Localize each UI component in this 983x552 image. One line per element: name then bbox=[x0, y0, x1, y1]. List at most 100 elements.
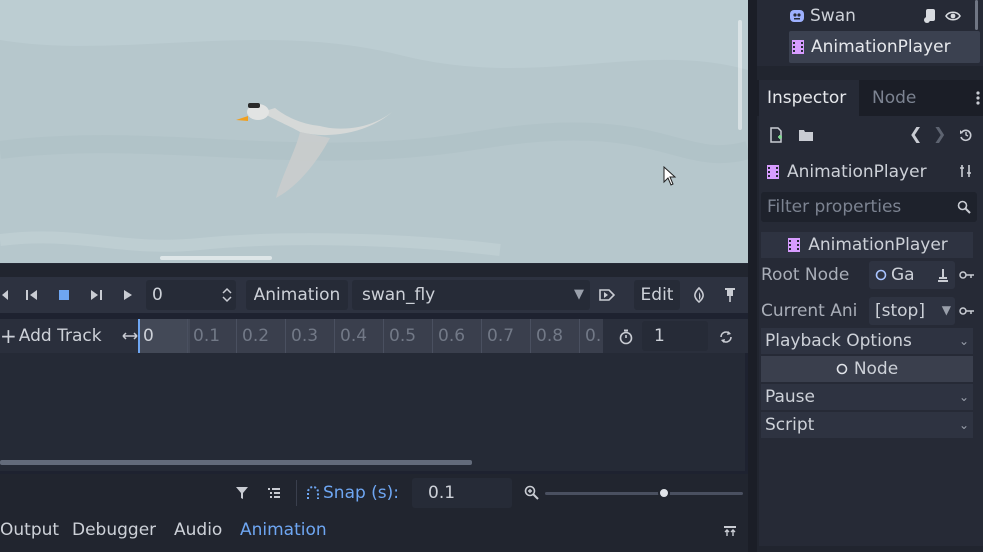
tree-item-animationplayer[interactable]: AnimationPlayer bbox=[789, 31, 980, 63]
animation-menu-label: Animation bbox=[253, 285, 341, 305]
tree-item-swan[interactable]: Swan bbox=[789, 0, 979, 32]
section-pause[interactable]: Pause ⌄ bbox=[761, 384, 973, 410]
script-icon[interactable] bbox=[923, 8, 937, 24]
track-horizontal-scrollbar[interactable] bbox=[0, 460, 472, 465]
snap-value-field[interactable]: 0.1 bbox=[412, 478, 512, 508]
track-list-area[interactable] bbox=[0, 353, 745, 471]
edit-menu-button[interactable]: Edit bbox=[634, 280, 680, 310]
open-folder-icon[interactable] bbox=[797, 126, 815, 144]
chevron-down-icon: ⌄ bbox=[958, 390, 969, 404]
animation-length-value: 1 bbox=[654, 326, 665, 346]
current-animation-select[interactable]: [stop] ▼ bbox=[869, 297, 955, 325]
group-tracks-icon[interactable] bbox=[264, 483, 284, 503]
section-label: Pause bbox=[765, 387, 815, 407]
keyframe-key-icon[interactable] bbox=[959, 270, 975, 280]
timeline-tick: 0.2 bbox=[236, 319, 285, 353]
zoom-slider-track[interactable] bbox=[545, 492, 743, 495]
play-backwards-from-end-icon[interactable] bbox=[0, 285, 10, 305]
spin-arrows-icon[interactable] bbox=[222, 287, 232, 303]
animation-length-field[interactable]: 1 bbox=[642, 321, 708, 351]
onion-skinning-icon[interactable] bbox=[689, 285, 709, 305]
section-label: Playback Options bbox=[765, 331, 912, 351]
add-track-button[interactable]: + Add Track bbox=[0, 319, 120, 353]
expand-bottom-panel-icon[interactable] bbox=[720, 521, 740, 541]
section-label: Node bbox=[853, 359, 899, 379]
play-icon[interactable] bbox=[118, 285, 138, 305]
clear-path-icon[interactable] bbox=[937, 268, 949, 282]
zoom-slider-handle[interactable] bbox=[657, 487, 670, 499]
animation-player-icon bbox=[792, 40, 804, 54]
inspected-object-name: AnimationPlayer bbox=[787, 162, 927, 182]
animation-player-icon bbox=[788, 238, 801, 252]
class-header-label: AnimationPlayer bbox=[808, 235, 948, 255]
object-history-icon[interactable] bbox=[957, 126, 975, 144]
history-back-icon[interactable]: ❮ bbox=[909, 124, 922, 143]
viewport-horizontal-scrollbar[interactable] bbox=[160, 256, 272, 260]
snap-label: Snap (s): bbox=[323, 483, 400, 503]
timeline-tick: 0.3 bbox=[285, 319, 334, 353]
loop-icon[interactable] bbox=[716, 327, 736, 347]
stop-icon[interactable] bbox=[54, 285, 74, 305]
animation-toolbar: 0 Animation swan_fly ▼ Edit bbox=[0, 277, 748, 313]
tab-node[interactable]: Node bbox=[872, 88, 916, 108]
right-dock: Swan AnimationPlayer Inspector Node ❮ ❯ bbox=[757, 0, 983, 552]
section-label: Script bbox=[765, 415, 815, 435]
filter-properties-input[interactable]: Filter properties bbox=[761, 192, 977, 222]
inspector-panel: ❮ ❯ AnimationPlayer Filter properties An… bbox=[759, 116, 983, 546]
filter-placeholder: Filter properties bbox=[767, 197, 902, 217]
timeline-tick: 0. bbox=[579, 319, 603, 353]
node-circle-icon bbox=[836, 363, 848, 375]
timeline-zoom-fit-icon[interactable] bbox=[121, 327, 139, 345]
toolbar-separator bbox=[296, 480, 297, 506]
autoplay-on-load-icon[interactable] bbox=[597, 285, 617, 305]
property-label: Root Node bbox=[761, 265, 850, 285]
tab-inspector[interactable]: Inspector bbox=[759, 80, 859, 116]
timeline-bottom-toolbar: Snap (s): 0.1 bbox=[0, 474, 748, 512]
new-resource-icon[interactable] bbox=[767, 126, 785, 144]
chevron-down-icon: ⌄ bbox=[958, 418, 969, 432]
bottom-panel-tabs: Output Debugger Audio Animation bbox=[0, 512, 748, 552]
play-from-start-icon[interactable] bbox=[86, 285, 106, 305]
snap-toggle-button[interactable]: Snap (s): bbox=[306, 478, 402, 508]
timeline-header: + Add Track 0 0.1 0.2 0.3 0.4 0.5 0.6 0.… bbox=[0, 319, 748, 353]
tab-audio[interactable]: Audio bbox=[174, 520, 222, 544]
viewport-vertical-scrollbar[interactable] bbox=[738, 20, 742, 130]
tab-output[interactable]: Output bbox=[0, 520, 59, 544]
snap-icon bbox=[307, 486, 319, 499]
section-playback-options[interactable]: Playback Options ⌄ bbox=[761, 328, 973, 354]
frame-position-spinbox[interactable]: 0 bbox=[146, 280, 236, 310]
more-options-icon[interactable] bbox=[973, 88, 983, 108]
pin-icon[interactable] bbox=[720, 285, 740, 305]
visibility-eye-icon[interactable] bbox=[945, 9, 961, 23]
keyframe-key-icon[interactable] bbox=[959, 306, 975, 316]
section-node[interactable]: Node bbox=[761, 356, 973, 382]
chevron-down-icon: ▼ bbox=[574, 287, 584, 302]
timeline-tick: 0.1 bbox=[187, 319, 236, 353]
swan-scene-image bbox=[0, 0, 748, 263]
inspected-object-header[interactable]: AnimationPlayer bbox=[765, 158, 975, 186]
stopwatch-icon bbox=[616, 327, 636, 347]
mouse-cursor-icon bbox=[663, 166, 677, 186]
snap-value: 0.1 bbox=[428, 483, 456, 503]
scene-tree-scrollbar[interactable] bbox=[975, 0, 978, 30]
animation-select[interactable]: swan_fly ▼ bbox=[352, 280, 590, 310]
tab-debugger[interactable]: Debugger bbox=[72, 520, 156, 544]
class-header-animationplayer: AnimationPlayer bbox=[761, 232, 973, 258]
add-track-label: Add Track bbox=[18, 326, 102, 346]
play-backwards-icon[interactable] bbox=[22, 285, 42, 305]
root-node-path-button[interactable]: Ga bbox=[869, 261, 955, 289]
section-script[interactable]: Script ⌄ bbox=[761, 412, 973, 438]
filter-icon[interactable] bbox=[232, 483, 252, 503]
frame-position-value: 0 bbox=[152, 285, 163, 305]
plus-icon: + bbox=[0, 324, 17, 348]
inspector-tab-bar: Inspector Node bbox=[757, 80, 983, 116]
scene-tree: Swan AnimationPlayer bbox=[757, 0, 983, 66]
2d-viewport[interactable] bbox=[0, 0, 748, 264]
object-properties-tools-icon[interactable] bbox=[957, 162, 975, 180]
timeline-tick: 0.8 bbox=[530, 319, 579, 353]
main-vsplit-handle[interactable] bbox=[748, 0, 757, 552]
tab-animation[interactable]: Animation bbox=[240, 520, 327, 544]
animation-menu-button[interactable]: Animation bbox=[246, 280, 348, 310]
timeline-tick: 0.4 bbox=[334, 319, 383, 353]
history-forward-icon[interactable]: ❯ bbox=[933, 124, 946, 143]
